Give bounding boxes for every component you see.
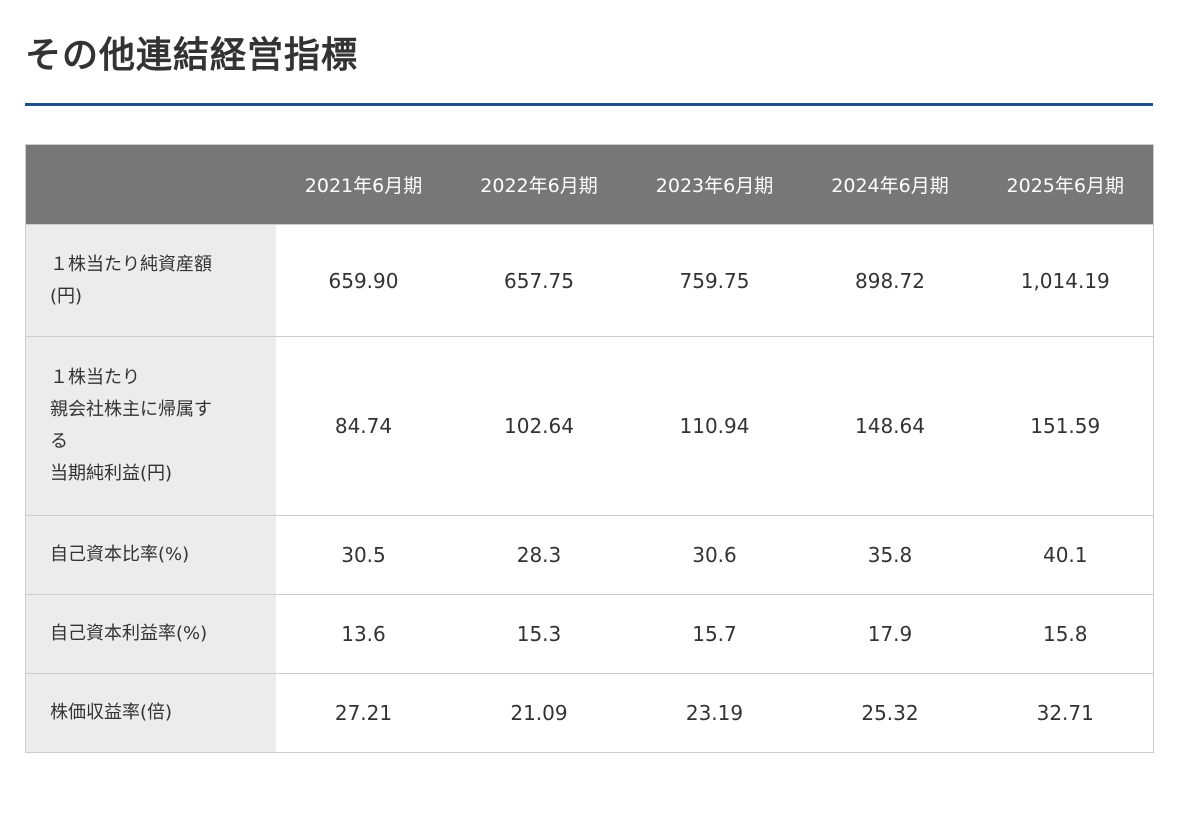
table-row: 自己資本利益率(%) 13.6 15.3 15.7 17.9 15.8	[25, 594, 1154, 674]
table-cell: 35.8	[802, 515, 978, 595]
table-row: １株当たり純資産額 (円) 659.90 657.75 759.75 898.7…	[25, 224, 1154, 337]
table-cell: 25.32	[802, 673, 978, 753]
table-cell: 27.21	[275, 673, 452, 753]
table-row: １株当たり 親会社株主に帰属す る 当期純利益(円) 84.74 102.64 …	[25, 336, 1154, 516]
row-label: １株当たり純資産額 (円)	[25, 224, 276, 337]
table-cell: 657.75	[451, 224, 627, 337]
table-cell: 84.74	[275, 336, 452, 516]
table-cell: 21.09	[451, 673, 627, 753]
table-cell: 30.6	[626, 515, 803, 595]
indicators-table: 2021年6月期 2022年6月期 2023年6月期 2024年6月期 2025…	[25, 144, 1154, 753]
title-underline	[25, 103, 1153, 106]
table-cell: 110.94	[626, 336, 803, 516]
column-header: 2025年6月期	[977, 144, 1154, 225]
table-cell: 23.19	[626, 673, 803, 753]
table-cell: 40.1	[977, 515, 1154, 595]
column-header: 2021年6月期	[275, 144, 452, 225]
table-cell: 151.59	[977, 336, 1154, 516]
column-header: 2023年6月期	[626, 144, 803, 225]
table-cell: 17.9	[802, 594, 978, 674]
table-row: 自己資本比率(%) 30.5 28.3 30.6 35.8 40.1	[25, 515, 1154, 595]
table-cell: 15.8	[977, 594, 1154, 674]
table-cell: 32.71	[977, 673, 1154, 753]
header-corner-cell	[25, 144, 276, 225]
column-header: 2024年6月期	[802, 144, 978, 225]
table-cell: 13.6	[275, 594, 452, 674]
table-row: 株価収益率(倍) 27.21 21.09 23.19 25.32 32.71	[25, 673, 1154, 753]
row-label: 自己資本利益率(%)	[25, 594, 276, 674]
table-cell: 148.64	[802, 336, 978, 516]
table-cell: 898.72	[802, 224, 978, 337]
table-cell: 102.64	[451, 336, 627, 516]
table-cell: 28.3	[451, 515, 627, 595]
row-label: １株当たり 親会社株主に帰属す る 当期純利益(円)	[25, 336, 276, 516]
table-header-row: 2021年6月期 2022年6月期 2023年6月期 2024年6月期 2025…	[25, 144, 1154, 225]
table-cell: 15.7	[626, 594, 803, 674]
table-cell: 30.5	[275, 515, 452, 595]
table-cell: 659.90	[275, 224, 452, 337]
table-cell: 1,014.19	[977, 224, 1154, 337]
table-cell: 759.75	[626, 224, 803, 337]
table-cell: 15.3	[451, 594, 627, 674]
row-label: 自己資本比率(%)	[25, 515, 276, 595]
page-title: その他連結経営指標	[25, 35, 359, 76]
row-label: 株価収益率(倍)	[25, 673, 276, 753]
column-header: 2022年6月期	[451, 144, 627, 225]
